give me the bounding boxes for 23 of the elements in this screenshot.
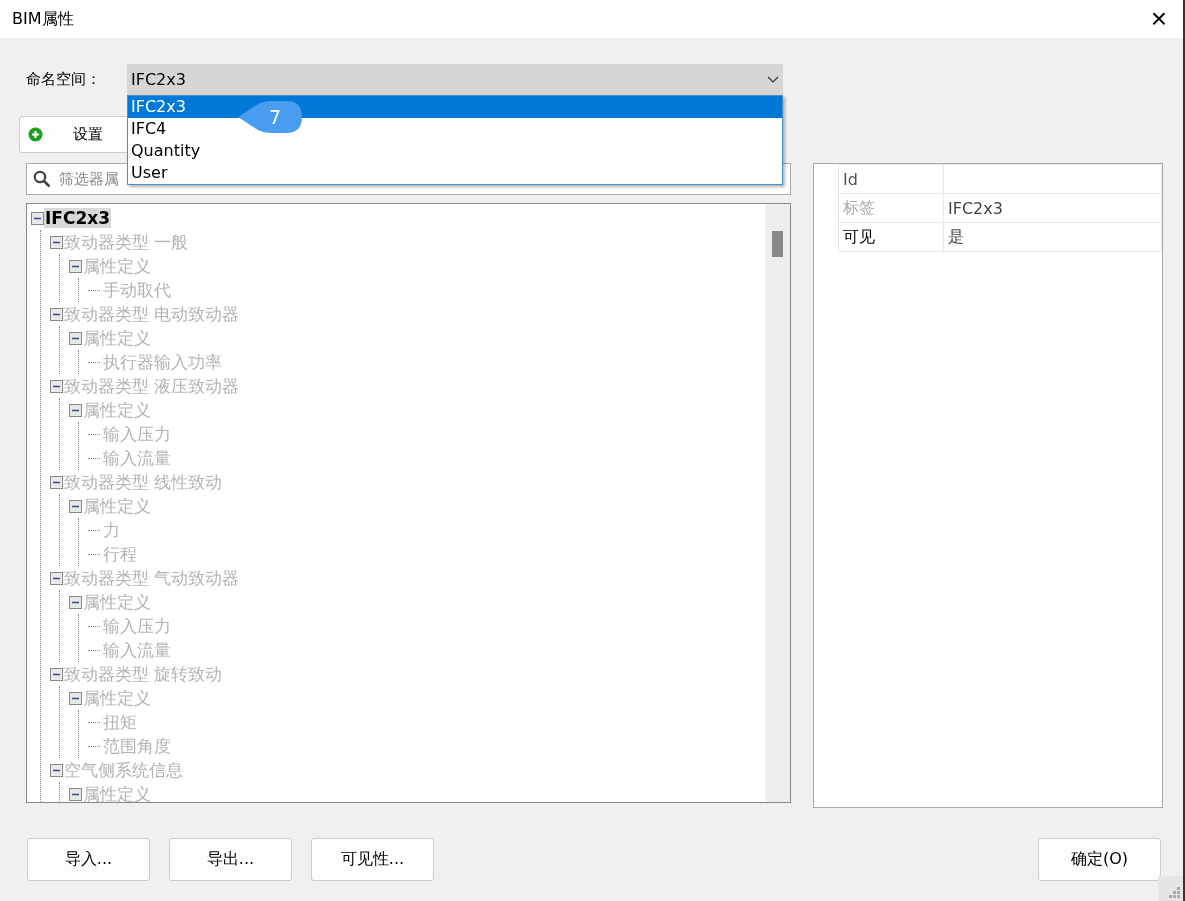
ok-button[interactable]: 确定(O)	[1038, 838, 1161, 881]
chevron-down-icon	[767, 75, 779, 84]
tree-item[interactable]: IFC2x3	[44, 208, 112, 228]
property-name: 可见	[838, 222, 944, 252]
dialog-button[interactable]: 导入...	[27, 838, 150, 881]
dialog-button[interactable]: 可见性...	[311, 838, 434, 881]
collapse-icon[interactable]	[31, 211, 44, 225]
plus-icon	[28, 127, 43, 142]
namespace-label: 命名空间：	[26, 70, 102, 89]
scrollbar-thumb[interactable]	[772, 231, 783, 257]
property-value: IFC2x3	[948, 198, 1003, 218]
dialog-button[interactable]: 导出...	[169, 838, 292, 881]
search-icon	[33, 170, 51, 188]
window-title: BIM属性	[12, 8, 74, 30]
namespace-dropdown[interactable]: IFC2x3	[127, 64, 783, 95]
close-button[interactable]: ×	[1146, 5, 1171, 33]
dropdown-option[interactable]: User	[128, 162, 782, 184]
scrollbar[interactable]	[765, 204, 790, 802]
property-value: 是	[948, 226, 964, 246]
property-name: 标签	[838, 193, 944, 223]
resize-grip-icon[interactable]	[1158, 876, 1183, 901]
property-name: Id	[838, 164, 944, 194]
step-callout: 7	[238, 101, 302, 133]
